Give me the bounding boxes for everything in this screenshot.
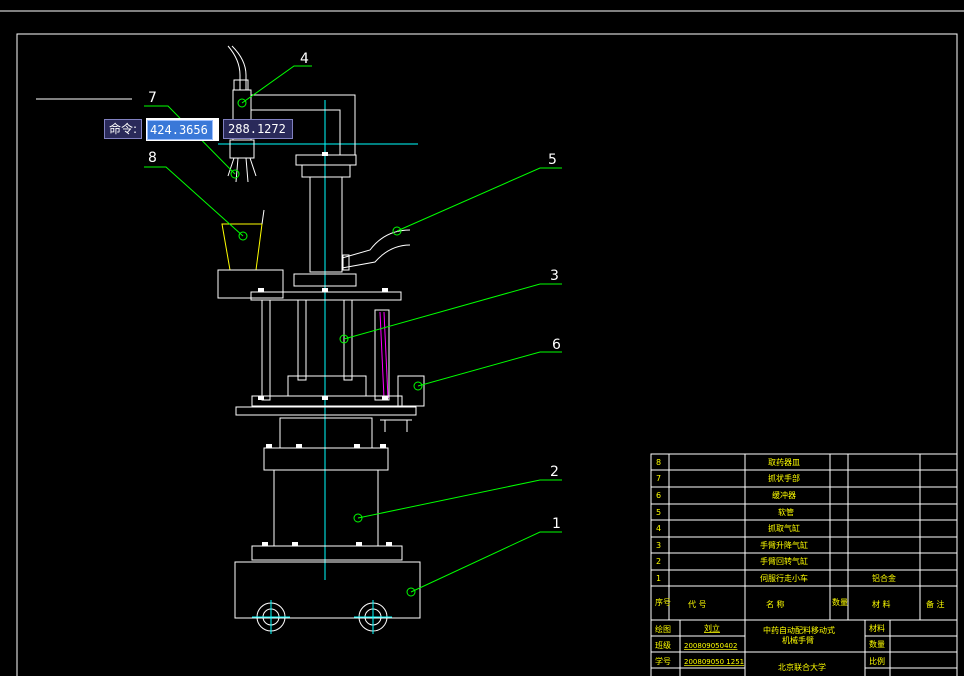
callout-4: 4: [300, 51, 309, 67]
tb-title-line2: 机械手臂: [782, 635, 814, 645]
callout-5: 5: [548, 152, 557, 168]
leader-markers: [230, 98, 423, 597]
bom-header-material: 材 料: [872, 599, 891, 609]
callout-2: 2: [550, 464, 559, 480]
leader-4: [241, 65, 312, 104]
callout-1: 1: [552, 516, 561, 532]
command-label: 命令:: [104, 119, 143, 139]
bom-no-6: 6: [656, 491, 661, 500]
bom-name-1: 伺服行走小车: [760, 573, 808, 583]
bom-name-4: 抓取气缸: [768, 523, 800, 533]
bom-name-3: 手臂升降气缸: [760, 540, 808, 550]
bom-no-3: 3: [656, 541, 661, 550]
bom-header-code: 代 号: [688, 599, 707, 609]
bom-no-5: 5: [656, 508, 661, 517]
tb-id-label: 学号: [655, 656, 671, 666]
bom-name-2: 手臂回转气缸: [760, 556, 808, 566]
tb-title-line1: 中药自动配料移动式: [763, 625, 835, 635]
bom-no-7: 7: [656, 474, 661, 483]
tb-qty-label: 数量: [869, 639, 885, 649]
tb-drawn-label: 绘图: [655, 624, 671, 634]
bom-header-no: 序号: [655, 597, 671, 607]
tb-class-value: 200809050402: [684, 642, 737, 650]
callout-3: 3: [550, 268, 559, 284]
leader-lines: [144, 65, 562, 593]
bom-name-5: 软管: [778, 507, 794, 517]
bom-material-1: 铝合金: [872, 573, 896, 583]
callout-6: 6: [552, 337, 561, 353]
bom-header-note: 备 注: [926, 599, 945, 609]
bom-header-qty: 数量: [832, 597, 848, 607]
leader-5: [396, 167, 562, 232]
dynamic-input-tooltip: 命令: 424.3656 288.1272: [104, 117, 294, 141]
tb-school: 北京联合大学: [778, 662, 826, 672]
tb-material-label: 材料: [869, 623, 885, 633]
tb-scale-label: 比例: [869, 656, 885, 666]
leader-8: [144, 166, 244, 237]
callout-7: 7: [148, 90, 157, 106]
x-coordinate-wrap: 424.3656: [146, 117, 220, 141]
y-coordinate-input[interactable]: 288.1272: [223, 119, 294, 139]
tb-class-label: 班级: [655, 640, 671, 650]
leader-2: [357, 479, 562, 519]
cad-drawing-canvas[interactable]: 4 7 8 5 3 6 2 1 8 取药器皿 7 抓状手部 6 缓冲器 5 软管…: [0, 0, 964, 676]
callout-8: 8: [148, 150, 157, 166]
bom-no-1: 1: [656, 574, 661, 583]
leader-1: [410, 531, 562, 593]
bom-no-4: 4: [656, 524, 661, 533]
bom-no-2: 2: [656, 557, 661, 566]
leader-6: [417, 351, 562, 387]
tb-drawn-value: 刘立: [704, 623, 720, 633]
bom-no-8: 8: [656, 458, 661, 467]
bom-name-8: 取药器皿: [768, 457, 800, 467]
bom-name-7: 抓状手部: [768, 473, 800, 483]
x-coordinate-input[interactable]: 424.3656: [147, 119, 214, 140]
tb-id-value: 200809050 1251: [684, 658, 744, 666]
bom-name-6: 缓冲器: [772, 490, 796, 500]
bom-header-name: 名 称: [766, 599, 785, 609]
